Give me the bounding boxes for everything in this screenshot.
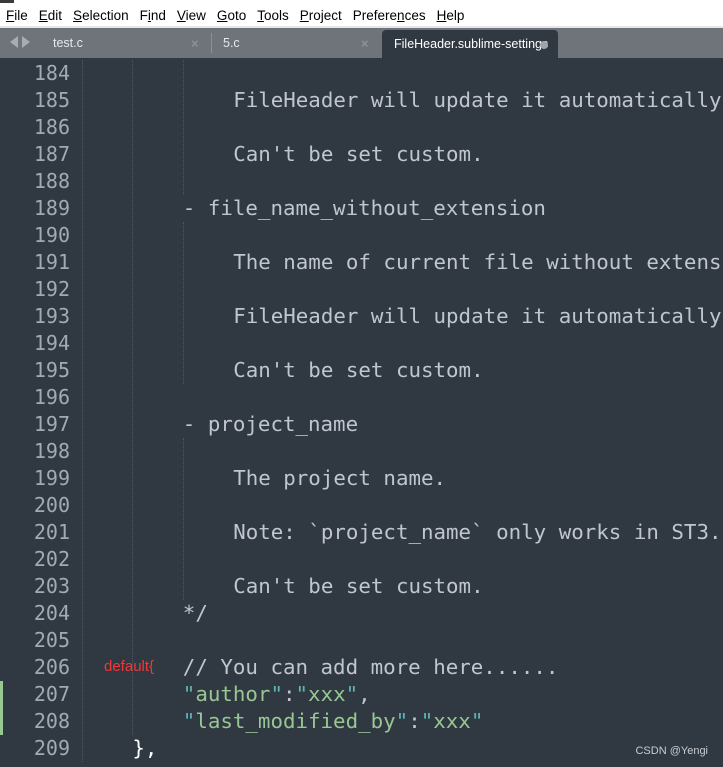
tab-fileheader-settings[interactable]: FileHeader.sublime-settings [382,30,558,58]
close-icon[interactable]: × [361,36,369,51]
watermark: CSDN @Yengi [635,745,708,757]
menu-help[interactable]: Help [437,8,465,23]
tab-nav [10,36,30,48]
code-editor[interactable]: 184 185 FileHeader will update it automati… [0,60,723,767]
app-icon [0,0,14,3]
line-number: 192 [33,277,70,301]
indent-guide [183,60,184,195]
indent-guide [82,60,83,762]
indent-guide [183,438,184,600]
line-number: 189 [33,196,70,220]
code-line: "last_modified_by":"xxx" [182,709,484,733]
unsaved-dot-icon[interactable] [540,41,548,49]
tab-divider [211,33,212,53]
menu-preferences[interactable]: Preferences [353,8,426,23]
line-number: 199 [33,466,70,490]
line-number: 193 [33,304,70,328]
line-number: 205 [33,628,70,652]
menu-bar: File Edit Selection Find View Goto Tools Projec… [0,4,723,26]
line-number: 202 [33,547,70,571]
menu-project[interactable]: Project [300,8,342,23]
line-number: 194 [33,331,70,355]
code-line: */ [182,601,208,625]
code-line: - project_name [182,412,359,436]
line-number: 184 [33,61,70,85]
code-line: "author":"xxx", [182,682,371,706]
code-line: Note: `project_name` only works in ST3. [233,520,722,544]
code-line: The name of current file without extens [233,250,722,274]
code-line: Can't be set custom. [233,142,484,166]
tab-next-icon[interactable] [22,36,30,48]
menu-file[interactable]: File [6,8,28,23]
line-number: 195 [33,358,70,382]
tab-bar: test.c × 5.c × FileHeader.sublime-settin… [0,28,723,58]
indent-guide [183,222,184,384]
menu-edit[interactable]: Edit [39,8,62,23]
code-line: The project name. [233,466,447,490]
line-number: 200 [33,493,70,517]
menu-view[interactable]: View [177,8,206,23]
line-number: 196 [33,385,70,409]
line-number: 186 [33,115,70,139]
tab-label: FileHeader.sublime-settings [394,37,549,51]
tab-prev-icon[interactable] [10,36,18,48]
line-number: 185 [33,88,70,112]
line-number: 201 [33,520,70,544]
line-number: 208 [33,709,70,733]
code-line: Can't be set custom. [233,358,484,382]
code-line: FileHeader will update it automatically [233,88,722,112]
line-number: 203 [33,574,70,598]
line-number: 191 [33,250,70,274]
code-line: - file_name_without_extension [182,196,546,220]
close-icon[interactable]: × [191,36,199,51]
line-number: 198 [33,439,70,463]
line-number: 188 [33,169,70,193]
code-line: Can't be set custom. [233,574,484,598]
line-number: 206 [33,655,70,679]
default-annotation: default{ [104,658,155,675]
menu-tools[interactable]: Tools [257,8,289,23]
line-number: 190 [33,223,70,247]
menu-find[interactable]: Find [140,8,166,23]
line-number: 204 [33,601,70,625]
indent-guide [132,60,133,735]
menu-selection[interactable]: Selection [73,8,129,23]
code-line: // You can add more here...... [182,655,559,679]
code-line: FileHeader will update it automatically [233,304,722,328]
line-number: 197 [33,412,70,436]
line-number: 209 [33,736,70,760]
tab-5-c[interactable]: 5.c × [223,28,373,58]
tab-label: test.c [53,36,83,50]
line-number: 187 [33,142,70,166]
tab-label: 5.c [223,36,240,50]
line-number: 207 [33,682,70,706]
menu-goto[interactable]: Goto [217,8,246,23]
code-line: }, [132,736,158,760]
tab-test-c[interactable]: test.c × [53,28,203,58]
